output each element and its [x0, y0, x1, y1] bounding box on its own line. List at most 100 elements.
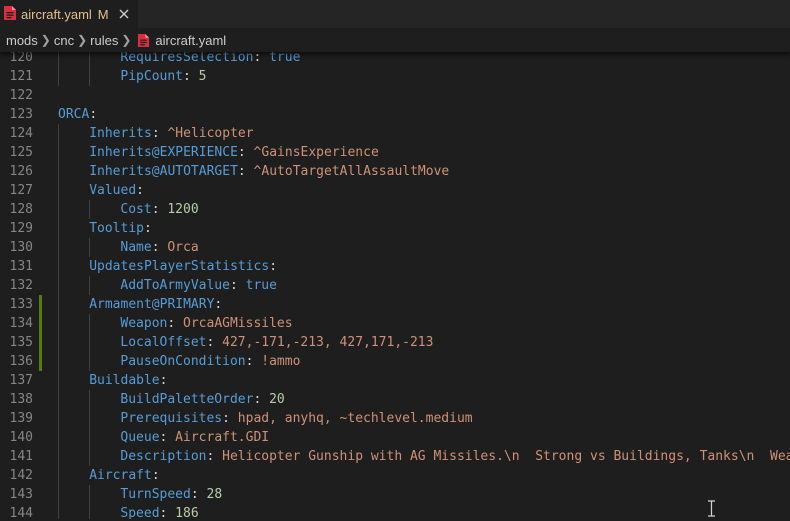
yaml-value: 1200	[159, 202, 199, 217]
code-line[interactable]: 142 Aircraft:	[0, 466, 790, 485]
code-line[interactable]: 144 Speed: 186	[0, 504, 790, 519]
yaml-colon: :	[159, 373, 168, 388]
line-number: 127	[9, 183, 33, 198]
code-line[interactable]: 136 PauseOnCondition: !ammo	[0, 352, 790, 371]
line-number: 140	[9, 430, 33, 445]
code-editor[interactable]: 120 RequiresSelection: true 121 PipCount: 5…	[0, 52, 790, 519]
yaml-key: Inherits@EXPERIENCE	[89, 145, 238, 160]
code-text: Prerequisites: hpad, anyhq, ~techlevel.m…	[120, 409, 472, 428]
yaml-colon: :	[89, 107, 98, 122]
indent-guide	[89, 238, 91, 257]
line-number: 142	[9, 468, 33, 483]
yaml-file-icon	[3, 5, 17, 24]
yaml-key: Inherits	[89, 126, 152, 141]
yaml-key: Description	[120, 449, 207, 464]
yaml-key: UpdatesPlayerStatistics	[89, 259, 270, 274]
code-text: UpdatesPlayerStatistics:	[89, 257, 277, 276]
yaml-value: 427,-171,-213, 427,171,-213	[214, 335, 434, 350]
tab-aircraft-yaml[interactable]: aircraft.yaml M	[0, 0, 138, 28]
code-text: Weapon: OrcaAGMissiles	[120, 314, 292, 333]
modified-badge: M	[97, 6, 109, 22]
code-line[interactable]: 121 PipCount: 5	[0, 67, 790, 86]
code-line[interactable]: 125 Inherits@EXPERIENCE: ^GainsExperience	[0, 143, 790, 162]
indent-guide	[58, 295, 59, 314]
indent-guide	[58, 333, 59, 352]
yaml-key: ORCA	[58, 107, 90, 122]
code-text: Name: Orca	[120, 238, 198, 257]
code-line[interactable]: 120 RequiresSelection: true	[0, 52, 790, 67]
code-line[interactable]: 128 Cost: 1200	[0, 200, 790, 219]
code-line[interactable]: 135 LocalOffset: 427,-171,-213, 427,171,-…	[0, 333, 790, 352]
indent-guide	[89, 314, 91, 333]
yaml-value: OrcaAGMissiles	[175, 316, 293, 331]
indent-guide	[58, 143, 59, 162]
breadcrumb-item-mods[interactable]: mods	[6, 33, 38, 48]
line-number: 131	[9, 259, 33, 274]
code-line[interactable]: 126 Inherits@AUTOTARGET: ^AutoTargetAllAs…	[0, 162, 790, 181]
yaml-value: ^AutoTargetAllAssaultMove	[245, 164, 450, 179]
line-number: 135	[9, 335, 33, 350]
line-number: 125	[9, 145, 33, 160]
code-line[interactable]: 127 Valued:	[0, 181, 790, 200]
code-line[interactable]: 138 BuildPaletteOrder: 20	[0, 390, 790, 409]
indent-guide	[89, 333, 91, 352]
yaml-key: Valued	[89, 183, 137, 198]
yaml-value: 28	[198, 487, 223, 502]
code-line[interactable]: 139 Prerequisites: hpad, anyhq, ~techleve…	[0, 409, 790, 428]
breadcrumb: mods ❯ cnc ❯ rules ❯ aircraft.yaml	[0, 28, 790, 52]
code-line[interactable]: 123 ORCA:	[0, 105, 790, 124]
code-line[interactable]: 129 Tooltip:	[0, 219, 790, 238]
yaml-key: Inherits@AUTOTARGET	[89, 164, 238, 179]
modified-line-indicator[interactable]	[39, 352, 42, 371]
yaml-key: LocalOffset	[120, 335, 207, 350]
indent-guide	[89, 276, 91, 295]
code-line[interactable]: 140 Queue: Aircraft.GDI	[0, 428, 790, 447]
indent-guide	[89, 200, 91, 219]
indent-guide	[58, 67, 59, 86]
line-number: 126	[9, 164, 33, 179]
breadcrumb-item-cnc[interactable]: cnc	[54, 33, 74, 48]
modified-line-indicator[interactable]	[39, 333, 42, 352]
close-icon[interactable]	[117, 7, 131, 21]
indent-guide	[58, 390, 59, 409]
breadcrumb-item-file[interactable]: aircraft.yaml	[155, 33, 226, 48]
indent-guide	[89, 352, 91, 371]
code-text: Tooltip:	[89, 219, 152, 238]
yaml-key: Buildable	[89, 373, 160, 388]
code-line[interactable]: 137 Buildable:	[0, 371, 790, 390]
yaml-colon: :	[183, 69, 191, 84]
modified-line-indicator[interactable]	[39, 295, 42, 314]
yaml-colon: :	[229, 278, 238, 293]
indent-guide	[58, 162, 59, 181]
code-line[interactable]: 141 Description: Helicopter Gunship with …	[0, 447, 790, 466]
modified-line-indicator[interactable]	[39, 314, 42, 333]
yaml-key: Queue	[120, 430, 160, 445]
code-line[interactable]: 131 UpdatesPlayerStatistics:	[0, 257, 790, 276]
code-line[interactable]: 132 AddToArmyValue: true	[0, 276, 790, 295]
code-text: TurnSpeed: 28	[120, 485, 222, 504]
breadcrumb-item-rules[interactable]: rules	[90, 33, 118, 48]
yaml-colon: :	[151, 240, 160, 255]
code-line[interactable]: 133 Armament@PRIMARY:	[0, 295, 790, 314]
code-line[interactable]: 122	[0, 86, 790, 105]
yaml-key: PauseOnCondition	[120, 354, 246, 369]
yaml-colon: :	[151, 126, 160, 141]
line-number: 124	[9, 126, 33, 141]
code-line[interactable]: 130 Name: Orca	[0, 238, 790, 257]
chevron-right-icon: ❯	[121, 33, 132, 47]
line-number: 137	[9, 373, 33, 388]
yaml-key: PipCount	[120, 69, 184, 84]
indent-guide	[58, 314, 59, 333]
code-line[interactable]: 134 Weapon: OrcaAGMissiles	[0, 314, 790, 333]
indent-guide	[58, 352, 59, 371]
line-number: 128	[9, 202, 33, 217]
code-text: Inherits@EXPERIENCE: ^GainsExperience	[89, 143, 379, 162]
line-number: 141	[9, 449, 33, 464]
indent-guide	[89, 504, 91, 519]
indent-guide	[58, 257, 59, 276]
code-line[interactable]: 124 Inherits: ^Helicopter	[0, 124, 790, 143]
indent-guide	[58, 485, 59, 504]
indent-guide	[58, 504, 59, 519]
yaml-colon: :	[222, 411, 230, 426]
code-line[interactable]: 143 TurnSpeed: 28	[0, 485, 790, 504]
